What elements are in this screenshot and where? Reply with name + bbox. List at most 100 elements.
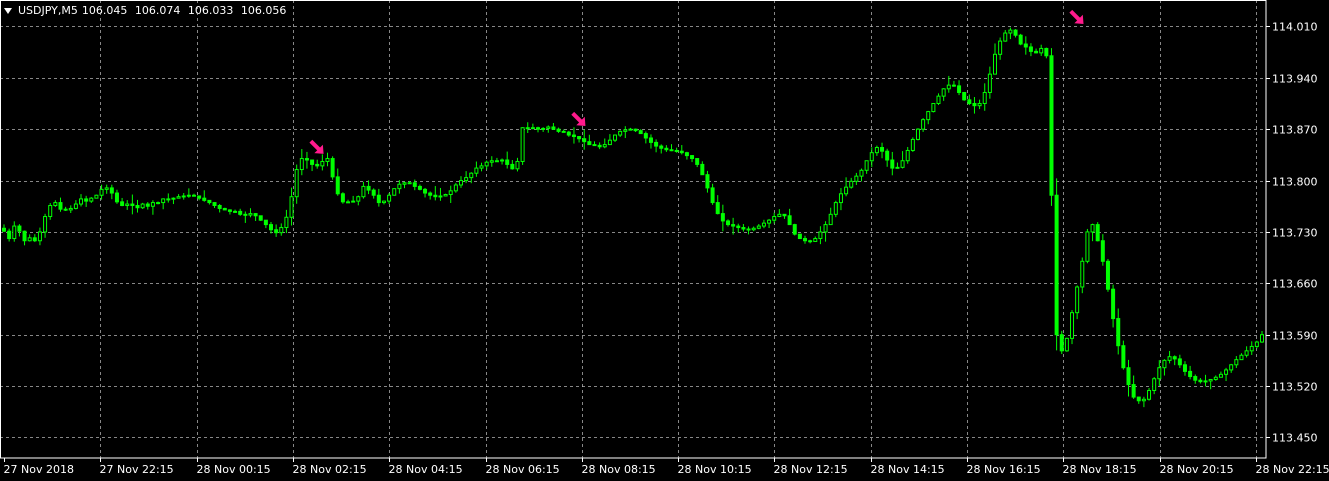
- candle-body: [900, 160, 905, 168]
- candle: [654, 139, 659, 153]
- candle-body: [1218, 373, 1223, 378]
- candle: [905, 146, 910, 164]
- candle: [258, 215, 263, 221]
- candle-body: [356, 196, 361, 202]
- candle: [289, 187, 294, 226]
- candle: [967, 94, 972, 106]
- candle: [977, 99, 982, 110]
- candle-body: [407, 182, 412, 185]
- candle-body: [150, 202, 155, 207]
- candle-body: [489, 160, 494, 163]
- candle: [910, 137, 915, 152]
- candle-body: [679, 150, 684, 154]
- candle: [438, 187, 443, 201]
- candle-body: [310, 159, 315, 165]
- candle-body: [1213, 376, 1218, 380]
- candle: [1157, 360, 1162, 386]
- candle: [592, 141, 597, 147]
- candle-body: [63, 208, 68, 211]
- candle: [859, 168, 864, 182]
- candle: [854, 172, 859, 186]
- candle: [1075, 285, 1080, 320]
- candle-body: [1147, 389, 1152, 400]
- candle-body: [741, 227, 746, 230]
- candle-body: [443, 194, 448, 197]
- candle-body: [1167, 356, 1172, 361]
- candle-body: [135, 205, 140, 209]
- candle-body: [1018, 34, 1023, 45]
- candle: [957, 80, 962, 96]
- candle-body: [628, 128, 633, 131]
- candle: [849, 177, 854, 189]
- x-tick-label: 28 Nov 14:15: [871, 463, 945, 476]
- candle-body: [998, 40, 1003, 55]
- candle: [669, 144, 674, 152]
- candle-body: [1013, 29, 1018, 36]
- candle-body: [479, 165, 484, 169]
- candle-body: [592, 144, 597, 147]
- candle-body: [813, 238, 818, 242]
- candle: [541, 127, 546, 132]
- candle-body: [43, 216, 48, 233]
- candle-body: [864, 160, 869, 171]
- candle-body: [556, 128, 561, 132]
- candle: [1013, 29, 1018, 38]
- candle-body: [1198, 379, 1203, 383]
- candle-body: [967, 99, 972, 104]
- candle-body: [68, 207, 73, 211]
- candle-body: [397, 183, 402, 190]
- candle: [1147, 388, 1152, 401]
- candle-body: [787, 215, 792, 226]
- candle: [1126, 359, 1131, 397]
- candle: [1177, 354, 1182, 368]
- candle-body: [720, 213, 725, 222]
- candle-body: [269, 224, 274, 231]
- price-axis[interactable]: 114.010 113.940 113.870 113.800 113.730 113.6…: [1266, 21, 1318, 445]
- time-axis[interactable]: 27 Nov 2018 27 Nov 22:15 28 Nov 00:15 28 No…: [4, 458, 1329, 476]
- candle: [1044, 47, 1049, 59]
- candle: [109, 184, 114, 200]
- candle-body: [217, 205, 222, 209]
- candle-body: [890, 159, 895, 169]
- candle: [130, 194, 135, 215]
- candle: [474, 161, 479, 177]
- candle: [140, 202, 145, 210]
- candle: [915, 128, 920, 141]
- candle: [1172, 355, 1177, 366]
- candle-body: [602, 144, 607, 148]
- x-tick-label: 28 Nov 16:15: [967, 463, 1041, 476]
- candle: [1049, 48, 1054, 206]
- candle: [371, 188, 376, 199]
- candle-body: [1193, 376, 1198, 381]
- candle: [741, 224, 746, 232]
- candle: [525, 122, 530, 133]
- y-tick-label: 113.730: [1272, 227, 1318, 240]
- candle: [58, 197, 63, 212]
- y-tick-label: 113.590: [1272, 330, 1318, 343]
- candle: [684, 151, 689, 160]
- candle: [381, 200, 386, 205]
- candle-body: [746, 228, 751, 231]
- candle-body: [571, 134, 576, 138]
- candle-body: [330, 158, 335, 178]
- candle: [736, 223, 741, 233]
- candle-body: [725, 220, 730, 226]
- candle-body: [613, 134, 618, 141]
- candle: [176, 194, 181, 199]
- candle-body: [274, 229, 279, 234]
- candle: [1249, 341, 1254, 355]
- candle-body: [520, 127, 525, 162]
- candle: [1095, 222, 1100, 242]
- price-chart[interactable]: 114.010 113.940 113.870 113.800 113.730 113.6…: [0, 0, 1329, 481]
- candle: [813, 236, 818, 242]
- candle-body: [1064, 337, 1069, 352]
- y-tick-label: 113.660: [1272, 278, 1318, 291]
- candle: [304, 151, 309, 169]
- candle-body: [335, 176, 340, 195]
- candle: [551, 122, 556, 130]
- candle-body: [1229, 364, 1234, 371]
- candle: [217, 204, 222, 213]
- candle: [1162, 359, 1167, 376]
- candle-body: [48, 205, 53, 218]
- candle-body: [1172, 356, 1177, 360]
